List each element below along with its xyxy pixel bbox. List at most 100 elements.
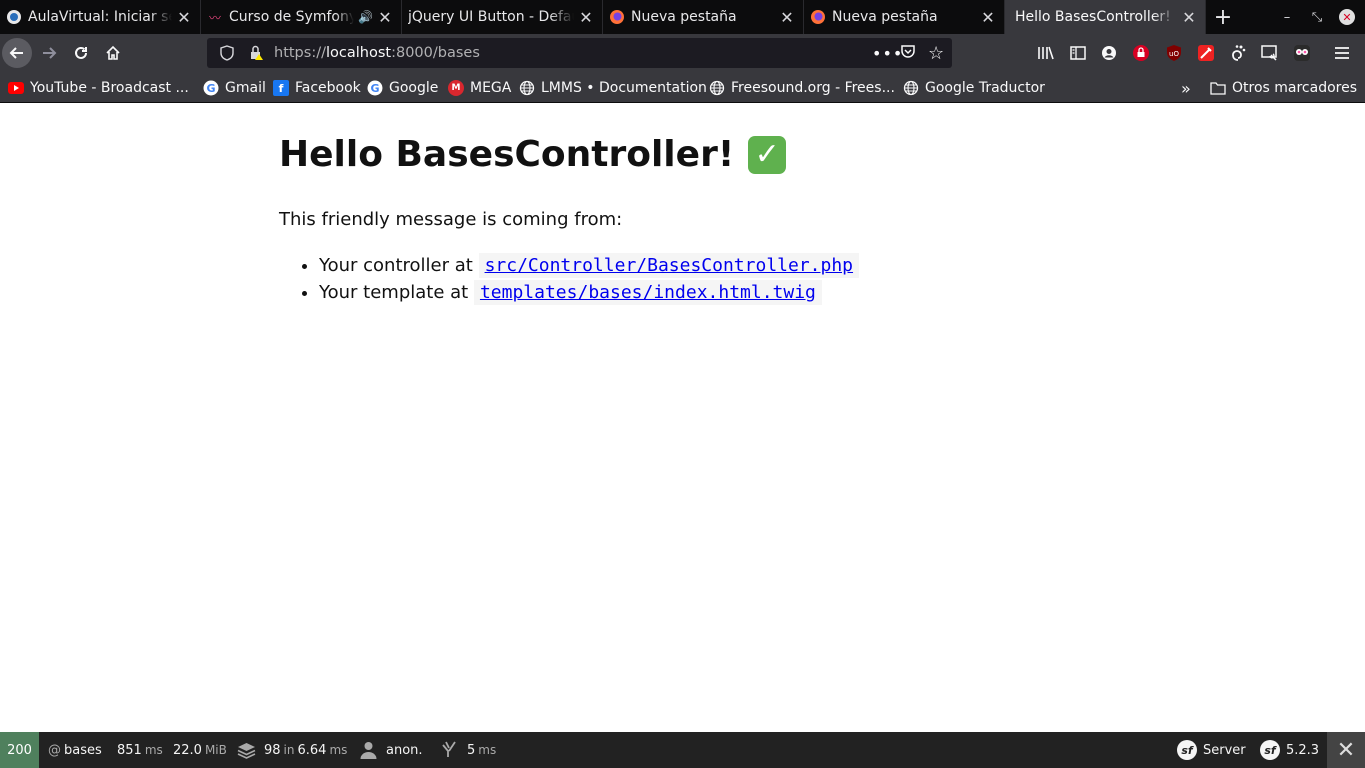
url-path: :8000/bases	[391, 45, 480, 61]
tracking-shield-icon[interactable]	[212, 45, 242, 61]
url-text[interactable]: https://localhost:8000/bases	[274, 45, 480, 61]
layers-icon	[237, 742, 256, 759]
controller-path-link[interactable]: src/Controller/BasesController.php	[485, 255, 853, 276]
tab-curso-symfony[interactable]: 〰 Curso de Symfony 🔊 ✕	[201, 0, 402, 34]
url-scheme: https://	[274, 45, 326, 61]
close-toolbar-icon[interactable]: ✕	[1327, 732, 1365, 768]
bookmark-facebook[interactable]: f Facebook	[273, 78, 361, 98]
server-label: Server	[1203, 742, 1246, 758]
bookmark-gmail[interactable]: G Gmail	[203, 78, 266, 98]
time-panel[interactable]: 851 ms	[117, 732, 163, 768]
bookmark-label: Freesound.org - Frees...	[731, 80, 895, 96]
bookmark-label: MEGA	[470, 80, 512, 96]
symfony-version: 5.2.3	[1286, 742, 1320, 758]
intro-text: This friendly message is coming from:	[279, 209, 623, 230]
status-code-badge[interactable]: 200	[0, 732, 39, 768]
forward-button[interactable]	[34, 39, 64, 67]
memory-panel[interactable]: 22.0 MiB	[173, 732, 227, 768]
insecure-lock-icon[interactable]	[242, 45, 270, 61]
tab-title: Nueva pestaña	[631, 9, 737, 25]
pocket-icon[interactable]	[900, 43, 916, 63]
navigation-toolbar: https://localhost:8000/bases ••• ☆ uO	[0, 34, 1365, 72]
tab-title: AulaVirtual: Iniciar se	[28, 9, 172, 25]
hamburger-menu-icon[interactable]	[1331, 42, 1353, 64]
close-tab-icon[interactable]: ✕	[1181, 8, 1197, 27]
tab-nueva-pestana-1[interactable]: Nueva pestaña ✕	[603, 0, 804, 34]
bookmarks-toolbar: YouTube - Broadcast ... G Gmail f Facebo…	[0, 72, 1365, 103]
close-tab-icon[interactable]: ✕	[176, 8, 192, 27]
check-mark-icon: ✓	[748, 136, 787, 174]
tab-jquery-ui-button[interactable]: jQuery UI Button - Defau ✕	[402, 0, 603, 34]
gnome-extension-icon[interactable]	[1227, 42, 1249, 64]
close-tab-icon[interactable]: ✕	[980, 8, 996, 27]
bookmark-label: LMMS • Documentation	[541, 80, 707, 96]
sidebar-icon[interactable]	[1067, 42, 1089, 64]
ublock-origin-icon[interactable]: uO	[1163, 42, 1185, 64]
bookmark-youtube[interactable]: YouTube - Broadcast ...	[8, 78, 189, 98]
firefox-icon	[609, 9, 625, 25]
globe-icon	[903, 80, 919, 96]
new-tab-button[interactable]: +	[1206, 0, 1240, 34]
minimize-window-icon[interactable]: –	[1272, 0, 1302, 34]
bookmark-freesound[interactable]: Freesound.org - Frees...	[709, 78, 895, 98]
page-heading: Hello BasesController! ✓	[279, 134, 1079, 176]
bookmark-label: Google	[389, 80, 439, 96]
user-icon	[360, 741, 377, 759]
restore-window-icon[interactable]: ⤡	[1302, 0, 1332, 34]
close-tab-icon[interactable]: ✕	[377, 8, 393, 27]
lock-extension-icon[interactable]	[1130, 42, 1152, 64]
google-icon: G	[367, 80, 383, 96]
tab-hello-basescontroller[interactable]: Hello BasesController! ✕	[1005, 0, 1206, 34]
source-list: Your controller at src/Controller/BasesC…	[319, 252, 1079, 306]
tab-nueva-pestana-2[interactable]: Nueva pestaña ✕	[804, 0, 1005, 34]
speaker-icon[interactable]: 🔊	[358, 10, 373, 24]
route-panel[interactable]: @ bases	[48, 732, 102, 768]
bookmark-google-traductor[interactable]: Google Traductor	[903, 78, 1045, 98]
item-prefix: Your template at	[319, 282, 469, 303]
close-tab-icon[interactable]: ✕	[578, 8, 594, 27]
bookmark-lmms[interactable]: LMMS • Documentation	[519, 78, 707, 98]
bookmark-star-icon[interactable]: ☆	[928, 43, 944, 64]
server-panel[interactable]: sf Server	[1177, 732, 1246, 768]
page-actions-menu-icon[interactable]: •••	[872, 44, 903, 63]
reload-button[interactable]	[66, 39, 96, 67]
tampermonkey-icon[interactable]	[1291, 42, 1313, 64]
bookmark-mega[interactable]: M MEGA	[448, 78, 511, 98]
twig-in: in	[283, 743, 295, 757]
code-path: templates/bases/index.html.twig	[473, 280, 822, 305]
user-name: anon.	[386, 742, 423, 758]
item-prefix: Your controller at	[319, 255, 473, 276]
events-panel[interactable]: 5 ms	[441, 732, 496, 768]
tab-title: Hello BasesController!	[1015, 9, 1171, 25]
close-tab-icon[interactable]: ✕	[779, 8, 795, 27]
bookmarks-overflow-chevron-icon[interactable]: »	[1181, 78, 1191, 98]
firefox-icon	[810, 9, 826, 25]
library-icon[interactable]	[1035, 42, 1057, 64]
tab-aulavirtual[interactable]: AulaVirtual: Iniciar se ✕	[0, 0, 201, 34]
twig-unit: ms	[329, 743, 348, 757]
bookmark-google[interactable]: G Google	[367, 78, 438, 98]
account-icon[interactable]	[1098, 42, 1120, 64]
url-bar[interactable]: https://localhost:8000/bases ••• ☆	[207, 38, 952, 68]
bookmark-label: YouTube - Broadcast ...	[30, 80, 189, 96]
google-icon: G	[203, 80, 219, 96]
template-path-link[interactable]: templates/bases/index.html.twig	[480, 282, 816, 303]
other-bookmarks-folder[interactable]: Otros marcadores	[1210, 78, 1357, 98]
tab-title: Nueva pestaña	[832, 9, 938, 25]
close-window-icon[interactable]: ✕	[1332, 0, 1362, 34]
svg-text:G: G	[370, 82, 379, 95]
web-developer-icon[interactable]	[1259, 42, 1281, 64]
bookmark-label: Gmail	[225, 80, 266, 96]
security-panel[interactable]: anon.	[360, 732, 423, 768]
colorzilla-icon[interactable]	[1195, 42, 1217, 64]
twig-count: 98	[264, 742, 281, 758]
home-button[interactable]	[98, 39, 128, 67]
time-value: 851	[117, 742, 142, 758]
symfony-logo-icon: sf	[1260, 740, 1280, 760]
twig-panel[interactable]: 98 in 6.64 ms	[237, 732, 347, 768]
version-panel[interactable]: sf 5.2.3	[1260, 732, 1319, 768]
symfony-debug-toolbar: 200 @ bases 851 ms 22.0 MiB 98 in 6.64 ms a…	[0, 732, 1365, 768]
bookmark-label: Google Traductor	[925, 80, 1045, 96]
moodle-icon	[6, 9, 22, 25]
back-button[interactable]	[2, 38, 32, 68]
